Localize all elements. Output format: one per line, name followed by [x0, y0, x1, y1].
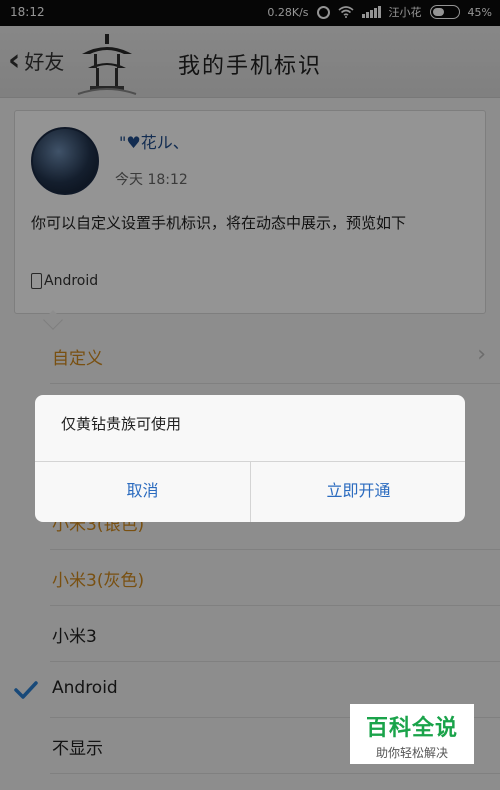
dialog-message: 仅黄钻贵族可使用: [61, 415, 182, 433]
watermark-logo: 百科全说 助你轻松解决: [350, 704, 474, 764]
watermark-title: 百科全说: [365, 716, 458, 741]
watermark-subtitle: 助你轻松解决: [375, 746, 448, 760]
vip-only-dialog: 仅黄钻贵族可使用 取消 立即开通: [35, 395, 465, 522]
activate-now-button[interactable]: 立即开通: [251, 462, 465, 522]
cancel-button[interactable]: 取消: [35, 462, 250, 522]
